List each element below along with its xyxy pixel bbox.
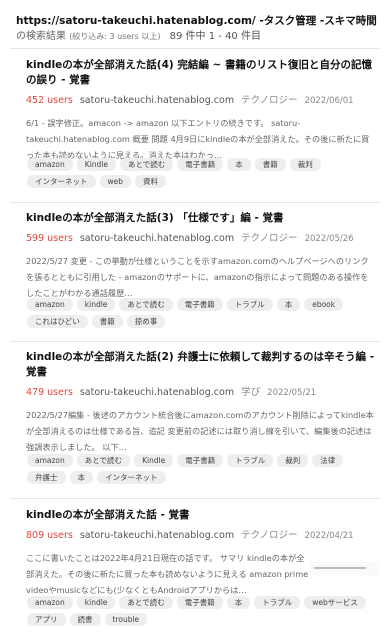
tag-chip[interactable]: trouble [104,613,148,626]
entry: kindleの本が全部消えた話 - 覚書 809 users satoru-ta… [26,508,376,598]
tag-chip[interactable]: kindle [76,298,116,311]
tag-chip[interactable]: 法律 [312,454,344,467]
tag-chip[interactable]: あとで読む [120,158,174,171]
tag-chip[interactable]: 本 [276,298,301,311]
entry-tags: amazon kindle あとで読む 電子書籍 トラブル本 ebook これはひどい 書籍掠… [27,298,372,328]
search-header: https://satoru-takeuchi.hatenablog.com/ … [16,14,382,44]
entry-category[interactable]: テクノロジー [241,530,297,541]
entry: kindleの本が全部消えた話(3) 「仕様です」編 - 覚書 599 user… [26,211,376,301]
entry-domain[interactable]: satoru-takeuchi.hatenablog.com [80,233,234,244]
tag-chip[interactable]: amazon [27,454,73,467]
tag-chip[interactable]: Kindle [76,158,116,171]
tag-chip[interactable]: amazon [27,298,73,311]
bookmark-users[interactable]: 809 users [26,530,73,541]
search-suffix: の検索結果 [16,31,66,42]
tag-chip[interactable]: 電子書籍 [177,158,224,171]
bookmark-users[interactable]: 599 users [26,233,73,244]
tag-chip[interactable]: アプリ [27,613,66,626]
entry-title[interactable]: kindleの本が全部消えた話(4) 完結編 ~ 書籍のリスト復旧と自分の記憶の… [26,58,376,88]
tag-chip[interactable]: 資料 [135,175,167,188]
tag-chip[interactable]: 本 [226,596,251,609]
result-count: 89 件中 1 - 40 件目 [169,31,261,42]
entry-meta: 452 users satoru-takeuchi.hatenablog.com… [26,94,376,108]
entry-domain[interactable]: satoru-takeuchi.hatenablog.com [80,387,234,398]
tag-chip[interactable]: 電子書籍 [177,454,224,467]
entry: kindleの本が全部消えた話(2) 弁護士に依頼して裁判するのは辛そう編 - … [26,350,376,455]
tag-chip[interactable]: amazon [27,596,73,609]
tag-chip[interactable]: 本 [227,158,251,171]
tag-chip[interactable]: web [99,175,132,188]
tag-chip[interactable]: 電子書籍 [176,298,223,311]
tag-chip[interactable]: あとで読む [76,454,131,467]
entry-meta: 479 users satoru-takeuchi.hatenablog.com… [26,386,376,400]
tag-chip[interactable]: トラブル [227,454,274,467]
entry-tags: amazon kindle あとで読む 電子書籍本トラブル webサービスアプリ 読書 tr… [27,596,372,626]
entry-category[interactable]: テクノロジー [241,233,297,244]
tag-chip[interactable]: 電子書籍 [176,596,223,609]
tag-chip[interactable]: 裁判 [289,158,321,171]
entry-category[interactable]: 学び [241,387,260,398]
tag-chip[interactable]: 読書 [69,613,101,626]
entry-description: 2022/5/27 変更 - この挙動が仕様ということを示すamazon.com… [26,256,369,298]
tag-chip[interactable]: Kindle [134,454,174,467]
bookmark-users[interactable]: 452 users [26,95,73,106]
tag-chip[interactable]: 書籍 [91,315,123,328]
tag-chip[interactable]: 書籍 [254,158,286,171]
thumbnail-placeholder [314,567,366,569]
entry-description: 6/1 - 誤字修正。amacon -> amazon 以下エントリの続きです。… [26,118,370,160]
entry-tags: amazon Kindle あとで読む 電子書籍本書籍 裁判インターネット web 資料 [27,158,372,188]
entry: kindleの本が全部消えた話(4) 完結編 ~ 書籍のリスト復旧と自分の記憶の… [26,58,376,163]
search-query: https://satoru-takeuchi.hatenablog.com/ … [16,15,377,27]
entry-date: 2022/04/21 [304,531,354,541]
entry-description: 2022/5/27編集 - 後述のアカウント統合後にamazon.comのアカウ… [26,410,374,452]
divider [10,341,380,342]
entry-title[interactable]: kindleの本が全部消えた話(2) 弁護士に依頼して裁判するのは辛そう編 - … [26,350,376,380]
entry-title[interactable]: kindleの本が全部消えた話 - 覚書 [26,508,376,523]
entry-thumbnail[interactable] [310,562,380,576]
tag-chip[interactable]: あとで読む [119,298,173,311]
entry-date: 2022/05/26 [304,234,354,244]
tag-chip[interactable]: webサービス [304,596,366,609]
entry-category[interactable]: テクノロジー [241,95,297,106]
divider [10,202,380,203]
filter-label: (絞り込み: 3 users 以上) [69,32,161,41]
tag-chip[interactable]: 掠め事 [126,315,166,328]
tag-chip[interactable]: インターネット [97,471,166,484]
entry-date: 2022/05/21 [267,388,317,398]
entry-title[interactable]: kindleの本が全部消えた話(3) 「仕様です」編 - 覚書 [26,211,376,226]
entry-meta: 599 users satoru-takeuchi.hatenablog.com… [26,232,376,246]
tag-chip[interactable]: インターネット [27,175,96,188]
divider [10,498,380,499]
entry-domain[interactable]: satoru-takeuchi.hatenablog.com [80,530,234,541]
tag-chip[interactable]: 裁判 [277,454,309,467]
entry-description: ここに書いたことは2022年4月21日現在の話です。 サマリ kindleの本が… [26,553,309,595]
tag-chip[interactable]: ebook [304,298,344,311]
tag-chip[interactable]: トラブル [226,298,273,311]
tag-chip[interactable]: これはひどい [27,315,88,328]
entry-date: 2022/06/01 [304,96,354,106]
tag-chip[interactable]: amazon [27,158,73,171]
tag-chip[interactable]: 弁護士 [27,471,66,484]
tag-chip[interactable]: 本 [69,471,93,484]
divider [10,48,380,49]
entry-domain[interactable]: satoru-takeuchi.hatenablog.com [80,95,234,106]
tag-chip[interactable]: あとで読む [119,596,173,609]
bookmark-users[interactable]: 479 users [26,387,73,398]
entry-tags: amazon あとで読む Kindle 電子書籍 トラブル 裁判 法律弁護士本インターネット [27,454,372,484]
tag-chip[interactable]: トラブル [254,596,301,609]
entry-meta: 809 users satoru-takeuchi.hatenablog.com… [26,529,376,543]
tag-chip[interactable]: kindle [76,596,116,609]
